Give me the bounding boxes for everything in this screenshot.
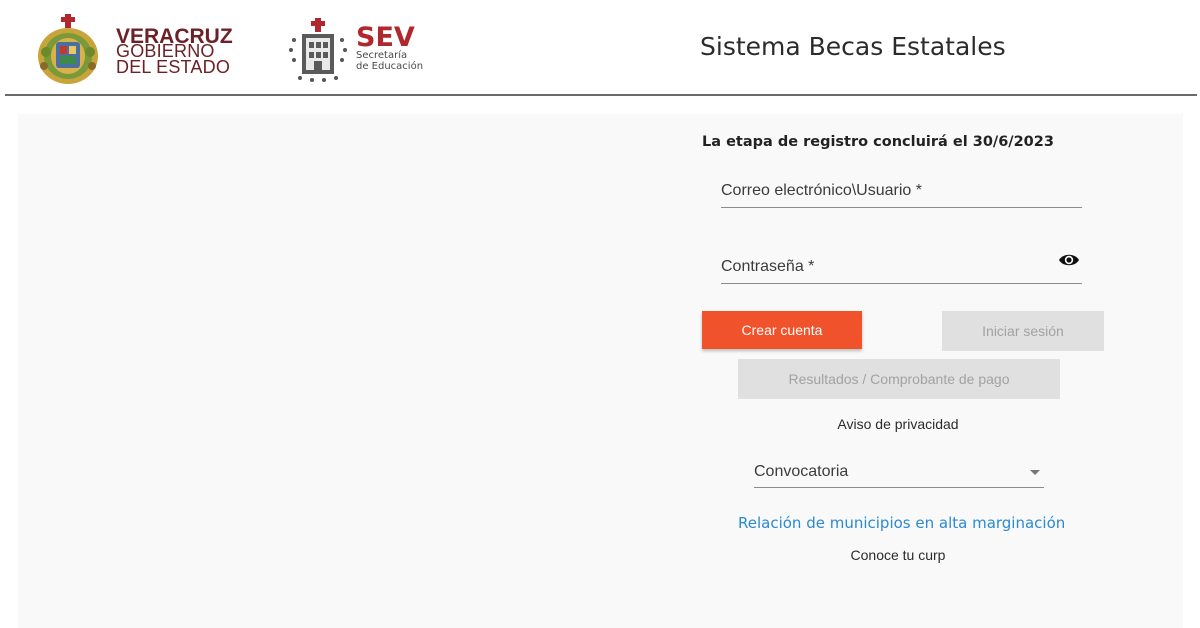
veracruz-wordmark: VERACRUZ GOBIERNO DEL ESTADO	[116, 25, 233, 77]
email-field[interactable]: Correo electrónico\Usuario *	[721, 176, 1082, 210]
header-divider	[5, 94, 1197, 96]
password-field[interactable]: Contraseña *	[721, 252, 1082, 286]
curp-link[interactable]: Conoce tu curp	[702, 547, 1094, 563]
results-payment-button[interactable]: Resultados / Comprobante de pago	[738, 359, 1060, 399]
password-field-label: Contraseña *	[721, 258, 815, 275]
veracruz-line3: DEL ESTADO	[116, 57, 231, 77]
eye-icon[interactable]	[1058, 251, 1080, 269]
email-field-underline	[721, 207, 1082, 208]
page-title: Sistema Becas Estatales	[700, 32, 1006, 61]
veracruz-coat-of-arms-icon	[38, 14, 98, 84]
email-field-label: Correo electrónico\Usuario *	[721, 182, 922, 199]
sev-wordmark: SEV Secretaría de Educación	[356, 22, 423, 72]
veracruz-line1: VERACRUZ	[116, 25, 233, 48]
create-account-button[interactable]: Crear cuenta	[702, 311, 862, 349]
caret-down-icon	[1030, 470, 1040, 475]
header: VERACRUZ GOBIERNO DEL ESTADO SEV Secreta…	[0, 0, 1200, 96]
privacy-notice-link[interactable]: Aviso de privacidad	[702, 416, 1094, 432]
sev-subtitle-2: de Educación	[356, 61, 424, 72]
municipios-link[interactable]: Relación de municipios en alta marginaci…	[738, 514, 1065, 532]
registration-deadline-note: La etapa de registro concluirá el 30/6/2…	[702, 134, 1054, 150]
login-button[interactable]: Iniciar sesión	[942, 311, 1104, 351]
sev-building-icon	[289, 18, 347, 82]
password-field-underline	[721, 283, 1082, 284]
sev-title: SEV	[356, 22, 415, 53]
convocatoria-select-underline	[754, 487, 1044, 488]
convocatoria-select-label: Convocatoria	[754, 463, 849, 480]
